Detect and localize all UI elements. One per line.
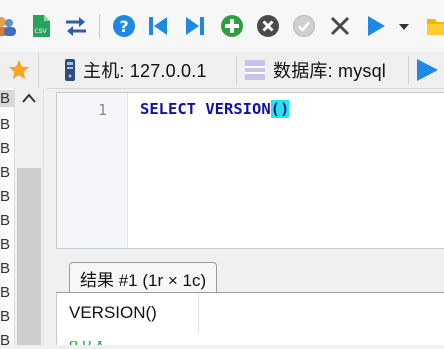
dropdown-icon[interactable] [396,14,412,38]
result-cell-value: 8.0.x [69,341,129,345]
main-toolbar: CSV ? [0,0,444,53]
svg-text:?: ? [119,17,128,36]
result-tab-label: 结果 #1 (1r × 1c) [80,270,207,290]
tree-row[interactable]: B [0,164,14,181]
tree-row[interactable]: B [0,284,14,301]
infobar-separator [408,56,409,84]
result-tabs: 结果 #1 (1r × 1c) [56,258,444,294]
tree-row[interactable]: B [0,90,14,107]
tree-scrollbar[interactable] [14,88,44,345]
last-page-icon[interactable] [183,14,207,38]
remove-icon[interactable] [256,14,280,38]
host-segment[interactable]: 主机: 127.0.0.1 [64,58,207,82]
help-icon[interactable]: ? [112,14,136,38]
cancel-icon[interactable] [328,14,352,38]
tab-result-1[interactable]: 结果 #1 (1r × 1c) [69,262,218,293]
svg-text:CSV: CSV [35,28,48,35]
line-number: 1 [97,101,107,119]
line-number-gutter: 1 [57,93,128,248]
apply-icon[interactable] [292,14,316,38]
sql-keywords: SELECT VERSION [140,100,271,118]
run-icon[interactable] [364,14,388,38]
toolbar-separator [99,14,100,38]
result-cell[interactable]: 8.0.x [69,341,129,345]
play-icon [417,59,438,81]
column-header-label: VERSION() [69,303,157,322]
database-icon [245,60,265,80]
matched-brackets: () [270,100,290,118]
column-header[interactable]: VERSION() [57,293,199,333]
query-text[interactable]: SELECT VERSION() [140,100,290,118]
scrollbar-thumb[interactable] [17,168,41,345]
tree-column: B B B B B B B B B B B [0,88,14,349]
favorites-button[interactable] [0,52,39,88]
users-icon[interactable] [0,14,16,38]
chevron-up-icon[interactable] [21,92,37,104]
tree-row[interactable]: B [0,260,14,277]
folder-icon[interactable] [426,14,444,38]
tree-row[interactable]: B [0,236,14,253]
result-grid[interactable]: VERSION() 8.0.x [56,293,444,345]
host-label: 主机: 127.0.0.1 [83,61,207,81]
first-page-icon[interactable] [146,14,170,38]
tree-row[interactable]: B [0,116,14,133]
database-tree-panel: B B B B B B B B B B B [0,88,46,349]
database-segment[interactable]: 数据库: mysql [244,58,386,82]
csv-export-icon[interactable]: CSV [29,14,53,38]
tree-row[interactable]: B [0,212,14,229]
add-icon[interactable] [220,14,244,38]
transfer-icon[interactable] [63,14,87,38]
tree-row[interactable]: B [0,140,14,157]
run-segment[interactable] [414,58,440,82]
server-icon [65,59,75,81]
infobar-separator [236,56,237,84]
database-label: 数据库: mysql [273,61,387,81]
sql-editor[interactable]: 1 SELECT VERSION() [56,92,444,249]
tree-row[interactable]: B [0,188,14,205]
tree-row[interactable]: B [0,332,14,349]
star-icon [9,60,29,79]
tree-row[interactable]: B [0,308,14,325]
connection-info-bar: 主机: 127.0.0.1 数据库: mysql [0,52,444,89]
